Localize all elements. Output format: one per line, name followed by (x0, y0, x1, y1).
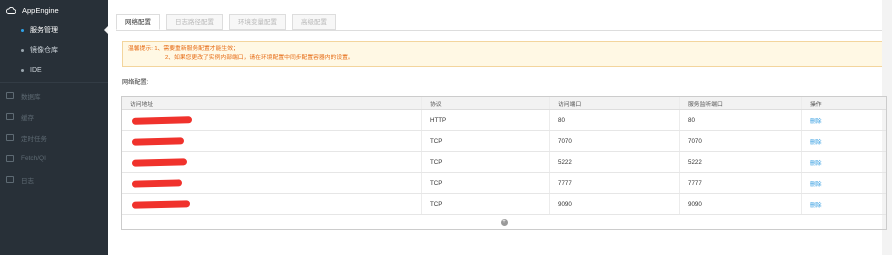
database-icon (6, 92, 14, 99)
listen-port-cell: 80 (680, 110, 802, 130)
listen-port-cell: 7777 (680, 173, 802, 193)
sidebar-item-ide[interactable]: IDE (0, 60, 108, 80)
bullet-icon (21, 48, 24, 52)
tab-log-path-config[interactable]: 日志路径配置 (166, 14, 223, 30)
sidebar-item-logs[interactable]: 日志 (0, 169, 108, 190)
notice-line-1: 温馨提示: 1、需要重新服务配置才能生效； (128, 46, 239, 52)
add-row: + (122, 215, 886, 229)
address-cell (122, 110, 422, 130)
log-icon (6, 176, 14, 183)
delete-link[interactable]: 删除 (810, 179, 822, 188)
address-cell (122, 194, 422, 214)
action-cell: 删除 (802, 131, 886, 151)
table-row: TCP 9090 9090 删除 (122, 194, 886, 215)
notice-line-2: 2、如果您更改了实例内部端口，请在环境配置中同步配置容器内的设置。 (165, 55, 354, 61)
redaction-mark (131, 178, 183, 188)
table-row: TCP 7070 7070 删除 (122, 131, 886, 152)
clock-icon (6, 134, 14, 141)
sidebar-item-image-repo[interactable]: 镜像仓库 (0, 40, 108, 60)
cloud-icon (6, 6, 16, 14)
cache-icon (6, 113, 14, 120)
bullet-icon (21, 28, 24, 32)
sidebar-item-label: 日志 (21, 177, 34, 185)
column-header: 访问端口 (550, 97, 680, 109)
table-row: TCP 7777 7777 删除 (122, 173, 886, 194)
protocol-cell: TCP (422, 152, 550, 172)
table-row: TCP 5222 5222 删除 (122, 152, 886, 173)
action-cell: 删除 (802, 152, 886, 172)
sidebar-item-database[interactable]: 数据库 (0, 85, 108, 106)
column-header: 协议 (422, 97, 550, 109)
table-row: HTTP 80 80 删除 (122, 110, 886, 131)
divider (0, 82, 108, 83)
sidebar-item-label: 数据库 (21, 93, 41, 101)
sidebar-item-label: 镜像仓库 (30, 47, 58, 54)
delete-link[interactable]: 删除 (810, 158, 822, 167)
action-cell: 删除 (802, 110, 886, 130)
delete-link[interactable]: 删除 (810, 137, 822, 146)
protocol-cell: TCP (422, 194, 550, 214)
access-port-cell: 80 (550, 110, 680, 130)
access-port-cell: 7777 (550, 173, 680, 193)
sidebar-item-scheduled-tasks[interactable]: 定时任务 (0, 127, 108, 148)
column-header: 操作 (810, 101, 822, 108)
redaction-mark (131, 199, 191, 209)
network-config-label: 网络配置: (122, 79, 149, 86)
sidebar-item-label: IDE (30, 66, 42, 74)
action-cell: 删除 (802, 173, 886, 193)
sidebar-item-label: 缓存 (21, 114, 34, 122)
app-title: AppEngine (22, 5, 59, 15)
redaction-mark (131, 136, 185, 146)
sidebar: AppEngine 服务管理 镜像仓库 IDE 数据库 缓存 定时任务 Fetc… (0, 0, 108, 255)
network-table: 访问地址 协议 访问端口 服务监听端口 操作 HTTP 80 80 删除 TCP… (121, 96, 887, 230)
sidebar-item-cache[interactable]: 缓存 (0, 106, 108, 127)
column-header: 访问地址 (122, 97, 422, 109)
sidebar-item-label: 定时任务 (21, 135, 47, 143)
protocol-cell: TCP (422, 173, 550, 193)
tab-env-vars-config[interactable]: 环境变量配置 (229, 14, 286, 30)
redaction-mark (131, 157, 188, 167)
access-port-cell: 9090 (550, 194, 680, 214)
action-cell: 删除 (802, 194, 886, 214)
sidebar-item-fetch[interactable]: Fetch/QI (0, 148, 108, 169)
address-cell (122, 173, 422, 193)
app-header[interactable]: AppEngine (0, 0, 108, 20)
delete-link[interactable]: 删除 (810, 200, 822, 209)
tab-advanced-config[interactable]: 高级配置 (292, 14, 336, 30)
access-port-cell: 5222 (550, 152, 680, 172)
notice-banner: 温馨提示: 1、需要重新服务配置才能生效； 2、如果您更改了实例内部端口，请在环… (122, 41, 892, 67)
listen-port-cell: 9090 (680, 194, 802, 214)
delete-link[interactable]: 删除 (810, 116, 822, 125)
address-cell (122, 152, 422, 172)
tabs-divider (116, 30, 886, 31)
listen-port-cell: 7070 (680, 131, 802, 151)
address-cell (122, 131, 422, 151)
sidebar-item-label: 服务管理 (30, 27, 58, 34)
tab-network-config[interactable]: 网络配置 (116, 14, 160, 30)
table-header: 访问地址 协议 访问端口 服务监听端口 操作 (122, 97, 886, 110)
bullet-icon (21, 68, 24, 72)
column-header: 服务监听端口 (680, 97, 802, 109)
listen-port-cell: 5222 (680, 152, 802, 172)
add-icon[interactable]: + (500, 218, 508, 226)
access-port-cell: 7070 (550, 131, 680, 151)
protocol-cell: HTTP (422, 110, 550, 130)
sidebar-item-service-management[interactable]: 服务管理 (0, 20, 108, 40)
sidebar-item-label: Fetch/QI (21, 155, 46, 162)
protocol-cell: TCP (422, 131, 550, 151)
tab-bar: 网络配置 日志路径配置 环境变量配置 高级配置 (116, 14, 336, 30)
redaction-mark (131, 115, 193, 125)
fetch-icon (6, 155, 14, 162)
